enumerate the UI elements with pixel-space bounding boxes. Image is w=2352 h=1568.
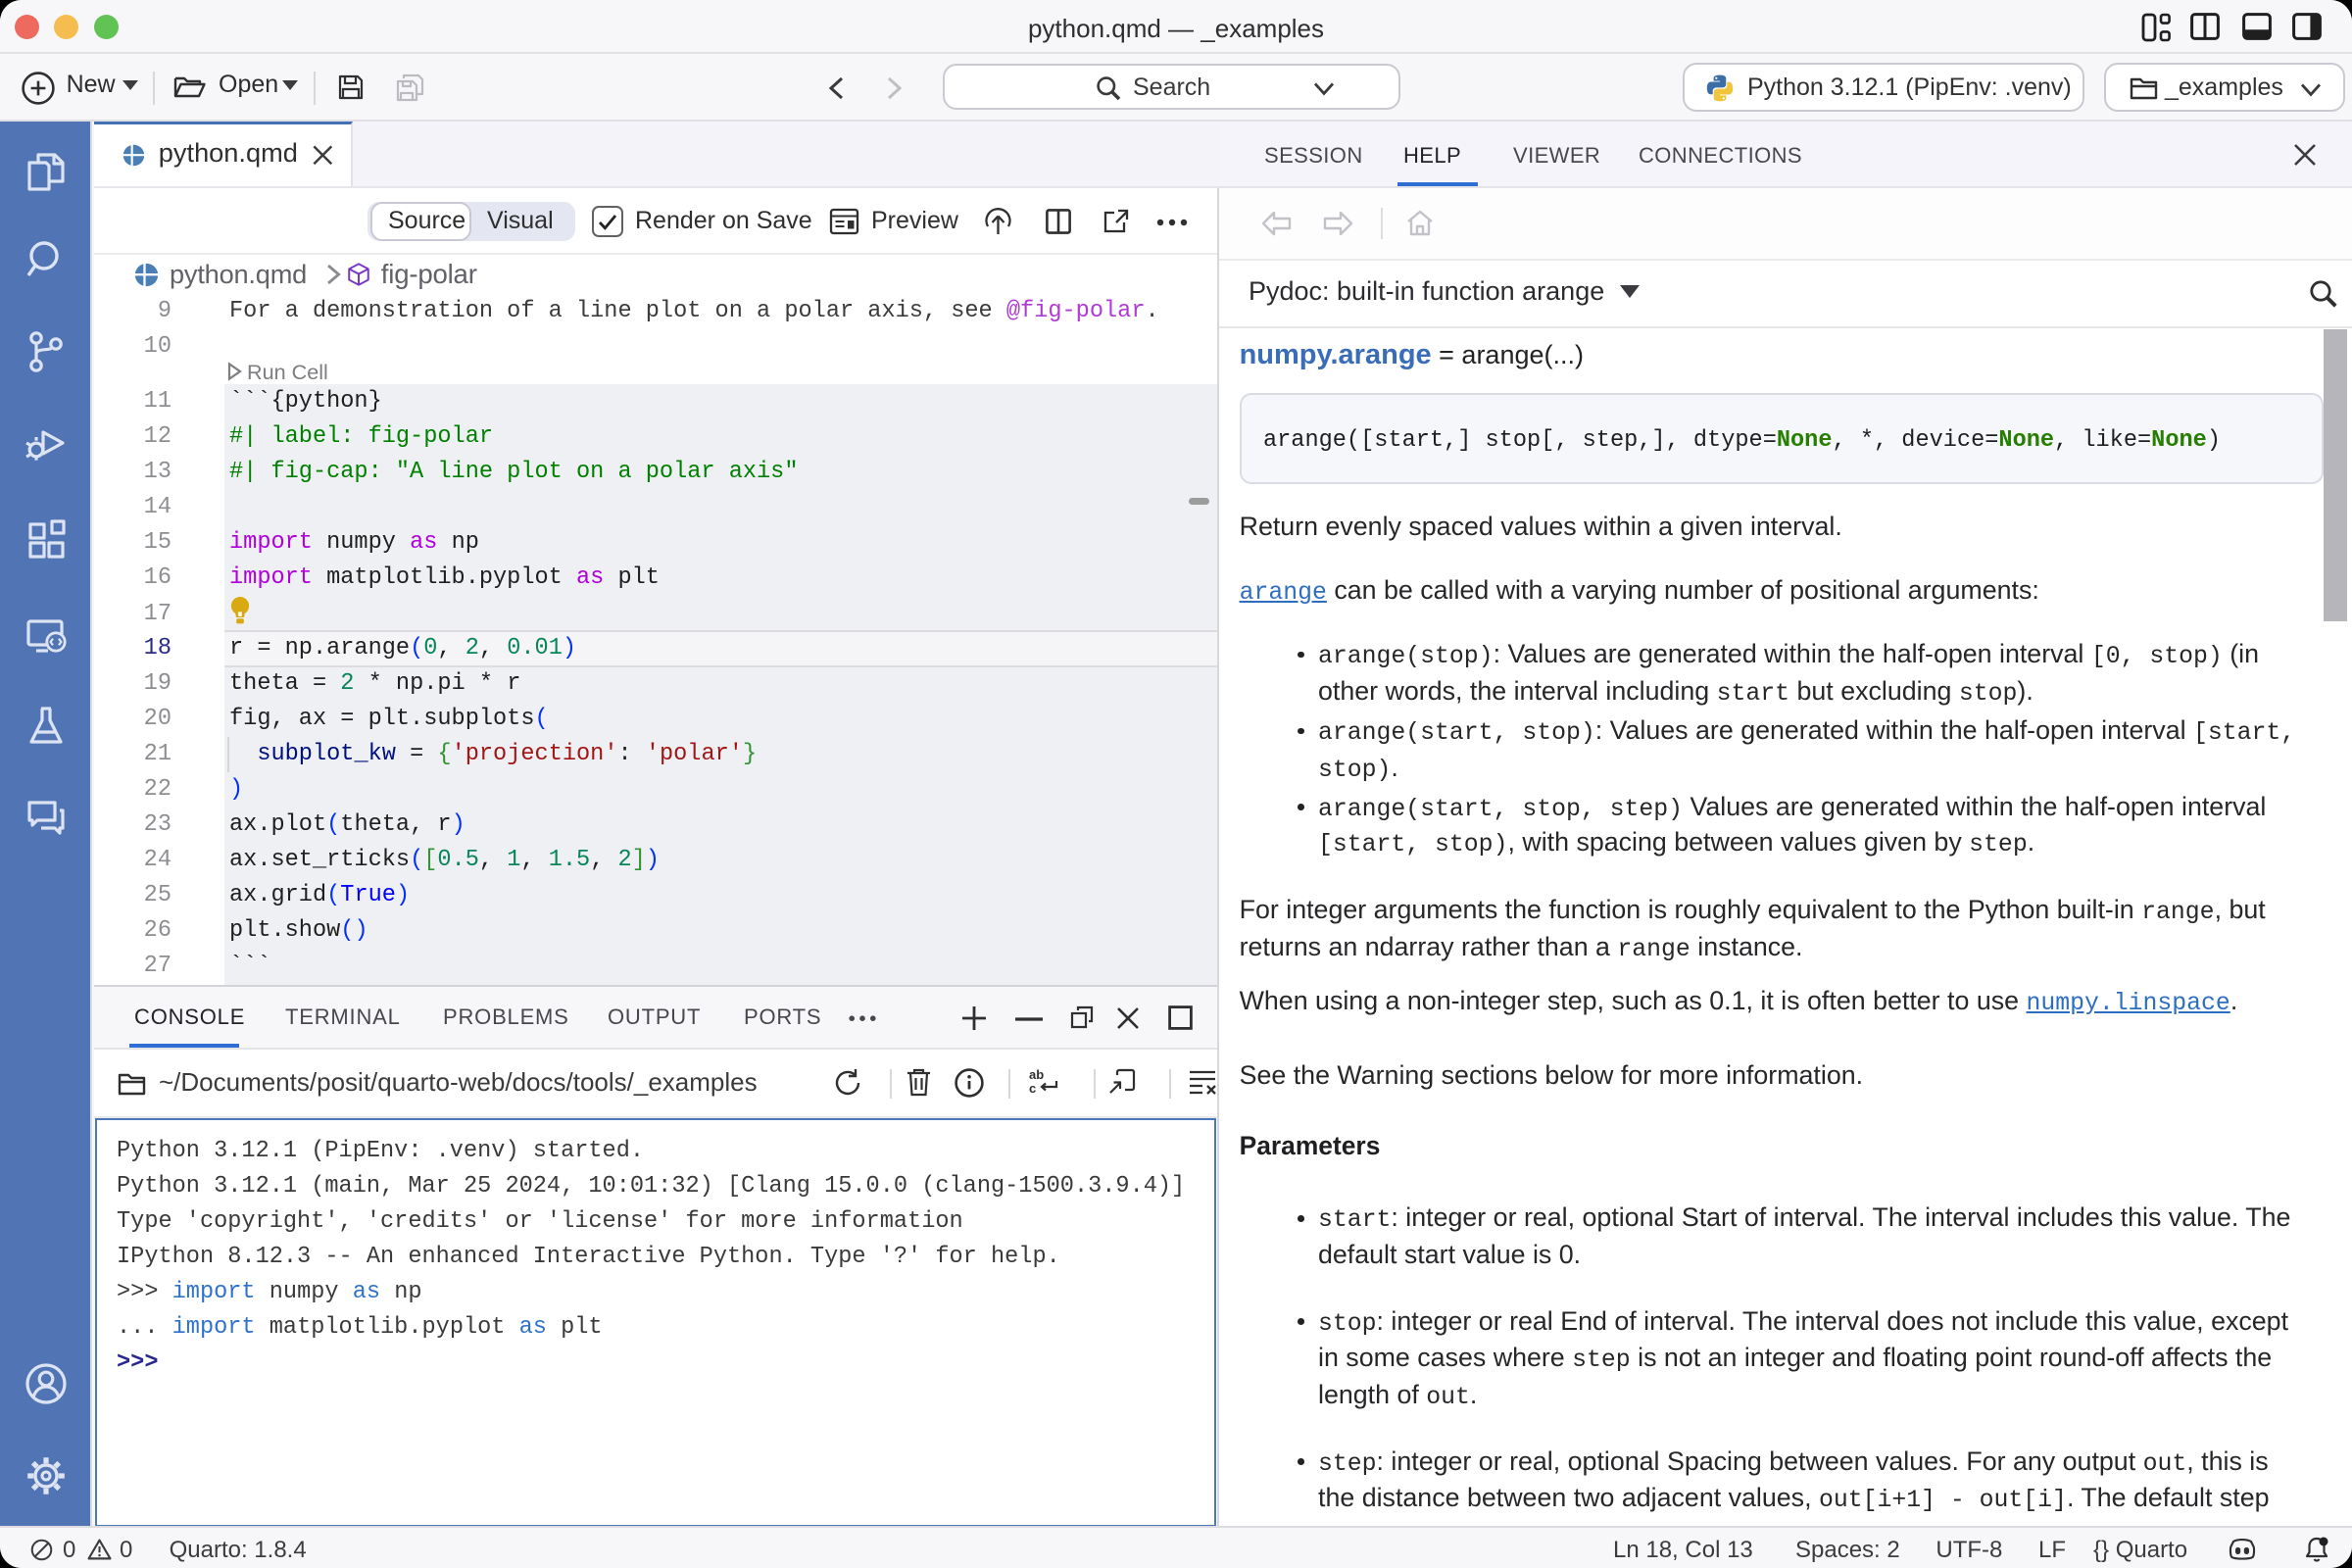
- svg-text:c: c: [1029, 1081, 1036, 1096]
- svg-text:ab: ab: [1029, 1067, 1044, 1082]
